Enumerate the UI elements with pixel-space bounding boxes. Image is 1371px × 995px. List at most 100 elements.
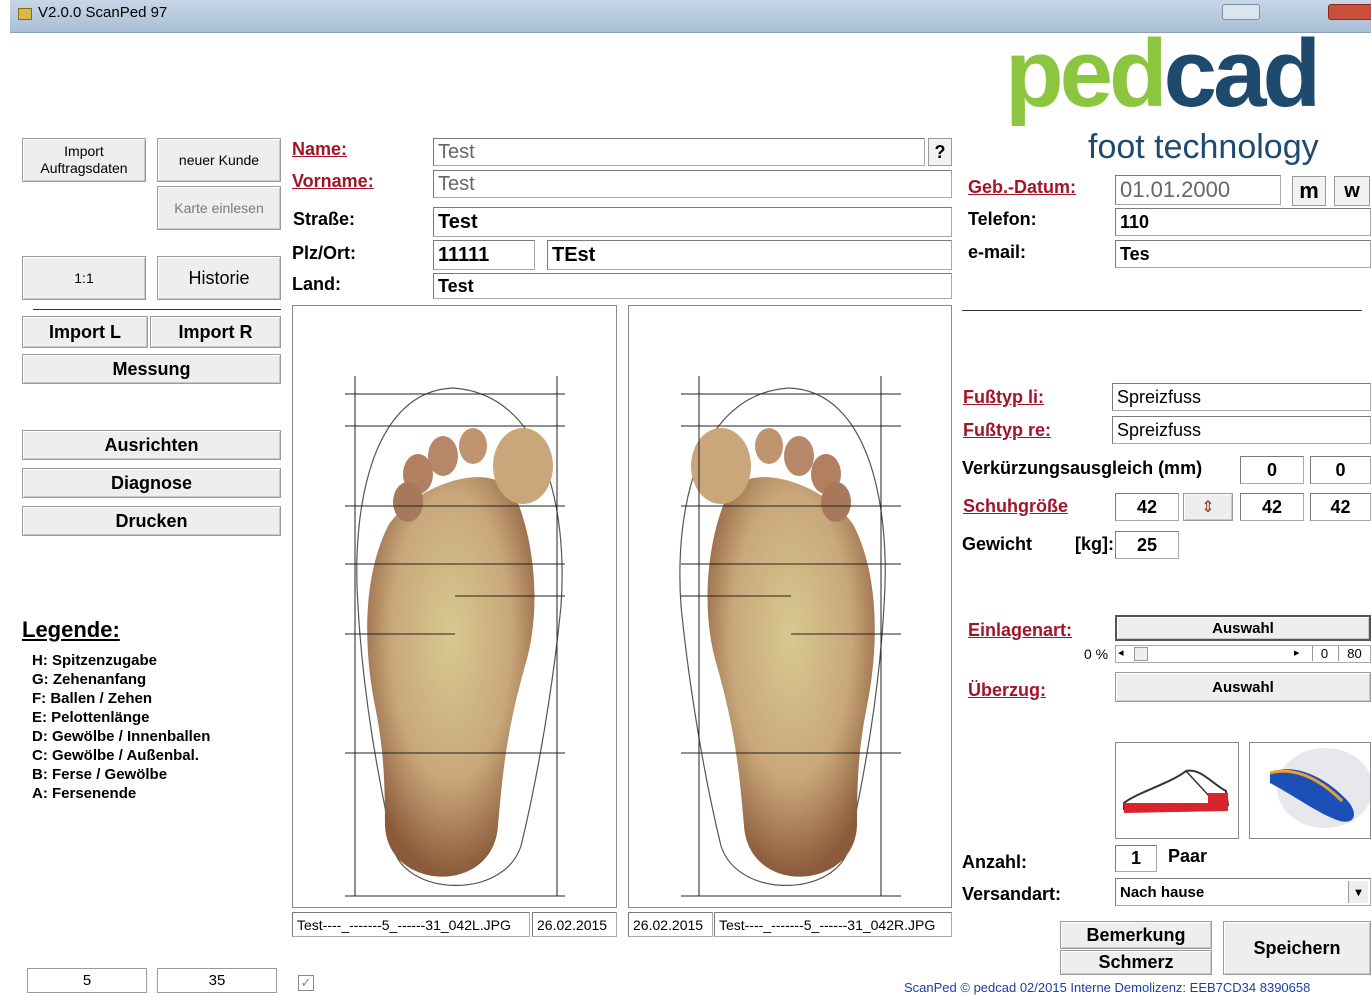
pain-button[interactable]: Schmerz xyxy=(1060,950,1212,975)
insole-image[interactable] xyxy=(1249,742,1371,839)
shoe-image[interactable] xyxy=(1115,742,1239,839)
firstname-label[interactable]: Vorname: xyxy=(292,171,374,192)
import-order-button[interactable]: Import Auftragsdaten xyxy=(22,138,146,182)
option-checkbox[interactable]: ✓ xyxy=(298,975,314,991)
city-field[interactable]: TEst xyxy=(547,240,952,270)
save-button[interactable]: Speichern xyxy=(1223,921,1371,975)
measure-button[interactable]: Messung xyxy=(22,354,281,384)
foottype-left-field[interactable]: Spreizfuss xyxy=(1112,383,1371,411)
print-button[interactable]: Drucken xyxy=(22,506,281,536)
firstname-field[interactable]: Test xyxy=(433,170,952,198)
right-foot-image xyxy=(679,376,901,897)
shipping-label: Versandart: xyxy=(962,884,1062,904)
weight-unit-label: [kg]: xyxy=(1075,534,1114,554)
left-scan-filename: Test----_-------5_------31_042L.JPG xyxy=(292,912,530,937)
right-foot-scan[interactable] xyxy=(628,305,952,908)
new-customer-button[interactable]: neuer Kunde xyxy=(157,138,281,182)
country-label: Land: xyxy=(292,274,341,294)
weight-field[interactable]: 25 xyxy=(1115,531,1179,559)
count-label: Anzahl: xyxy=(962,852,1027,872)
shortening-right-field[interactable]: 0 xyxy=(1310,456,1371,484)
cover-select-button[interactable]: Auswahl xyxy=(1115,672,1371,702)
shipping-value: Nach hause xyxy=(1120,883,1205,901)
pedcad-logo: pedcad foot technology xyxy=(1005,20,1321,167)
phone-field[interactable]: 110 xyxy=(1115,208,1371,236)
legend-item: C: Gewölbe / Außenbal. xyxy=(32,747,199,764)
count-field[interactable]: 1 xyxy=(1115,845,1157,872)
scroll-right-arrow-icon[interactable]: ▸ xyxy=(1294,646,1300,659)
diagnosis-button[interactable]: Diagnose xyxy=(22,468,281,498)
shortening-left-field[interactable]: 0 xyxy=(1240,456,1304,484)
status-right-value: 35 xyxy=(157,968,277,993)
history-button[interactable]: Historie xyxy=(157,256,281,300)
left-foot-image xyxy=(345,376,565,897)
country-field[interactable]: Test xyxy=(433,273,952,299)
minimize-button[interactable] xyxy=(1222,4,1260,20)
email-label: e-mail: xyxy=(968,242,1027,262)
divider xyxy=(962,310,1362,311)
legend-title: Legende: xyxy=(22,617,120,642)
legend-item: G: Zehenanfang xyxy=(32,671,147,688)
left-foot-scan[interactable] xyxy=(292,305,617,908)
foottype-left-label[interactable]: Fußtyp li: xyxy=(963,387,1044,408)
divider xyxy=(33,309,281,310)
logo-tagline: foot technology xyxy=(1088,128,1319,166)
insole-percent: 0 % xyxy=(1084,646,1109,662)
shipping-select[interactable]: Nach hause ▾ xyxy=(1115,878,1371,906)
slider-thumb[interactable] xyxy=(1134,647,1148,661)
insole-type-label[interactable]: Einlagenart: xyxy=(968,620,1072,641)
slider-min-value: 0 xyxy=(1312,646,1336,661)
gender-w-button[interactable]: w xyxy=(1334,176,1370,206)
status-left-value: 5 xyxy=(27,968,147,993)
name-field[interactable]: Test xyxy=(433,138,925,166)
legend-item: E: Pelottenlänge xyxy=(32,709,150,726)
shoe-size-label[interactable]: Schuhgröße xyxy=(963,496,1068,517)
street-label: Straße: xyxy=(293,209,356,229)
app-icon xyxy=(18,8,32,20)
foottype-right-label[interactable]: Fußtyp re: xyxy=(963,420,1051,441)
gender-m-button[interactable]: m xyxy=(1292,176,1326,206)
zip-field[interactable]: 11111 xyxy=(433,240,535,270)
scroll-left-arrow-icon[interactable]: ◂ xyxy=(1118,646,1124,659)
street-field[interactable]: Test xyxy=(433,207,952,237)
email-field[interactable]: Tes xyxy=(1115,240,1371,268)
import-r-button[interactable]: Import R xyxy=(150,316,281,348)
weight-label: Gewicht xyxy=(962,534,1033,554)
legend-item: D: Gewölbe / Innenballen xyxy=(32,728,211,745)
close-button[interactable] xyxy=(1328,4,1371,20)
align-button[interactable]: Ausrichten xyxy=(22,430,281,460)
birthdate-label[interactable]: Geb.-Datum: xyxy=(968,177,1076,198)
one-to-one-button[interactable]: 1:1 xyxy=(22,256,146,300)
left-scan-date: 26.02.2015 xyxy=(532,912,617,937)
help-button[interactable]: ? xyxy=(928,138,952,166)
legend-item: B: Ferse / Gewölbe xyxy=(32,766,168,783)
insole-slider[interactable]: ◂ ▸ 0 80 xyxy=(1115,645,1371,663)
window-title: V2.0.0 ScanPed 97 xyxy=(38,4,168,21)
shoe-size-left-field[interactable]: 42 xyxy=(1240,493,1304,521)
shoe-size-field[interactable]: 42 xyxy=(1115,493,1179,521)
legend-item: A: Fersenende xyxy=(32,785,137,802)
name-label[interactable]: Name: xyxy=(292,139,347,160)
read-card-button[interactable]: Karte einlesen xyxy=(157,186,281,230)
legend-item: H: Spitzenzugabe xyxy=(32,652,158,669)
shoe-size-icon[interactable]: ⇕ xyxy=(1183,493,1233,521)
phone-label: Telefon: xyxy=(968,209,1037,229)
zip-label: Plz/Ort: xyxy=(292,243,357,263)
legend-list: H: Spitzenzugabe G: Zehenanfang F: Balle… xyxy=(32,651,210,803)
legend-item: F: Ballen / Zehen xyxy=(32,690,153,707)
insole-icon xyxy=(1269,748,1371,828)
birthdate-field[interactable]: 01.01.2000 xyxy=(1115,175,1281,205)
shoe-size-right-field[interactable]: 42 xyxy=(1310,493,1371,521)
right-scan-date: 26.02.2015 xyxy=(628,912,713,937)
cover-label[interactable]: Überzug: xyxy=(968,680,1046,701)
right-scan-filename: Test----_-------5_------31_042R.JPG xyxy=(714,912,952,937)
foottype-right-field[interactable]: Spreizfuss xyxy=(1112,416,1371,444)
count-unit: Paar xyxy=(1168,846,1208,866)
shoe-icon xyxy=(1123,769,1230,813)
chevron-down-icon[interactable]: ▾ xyxy=(1348,881,1368,903)
insole-type-select-button[interactable]: Auswahl xyxy=(1115,615,1371,641)
slider-max-value: 80 xyxy=(1338,646,1370,661)
shortening-label: Verkürzungsausgleich (mm) xyxy=(962,458,1203,478)
remark-button[interactable]: Bemerkung xyxy=(1060,921,1212,949)
import-l-button[interactable]: Import L xyxy=(22,316,148,348)
